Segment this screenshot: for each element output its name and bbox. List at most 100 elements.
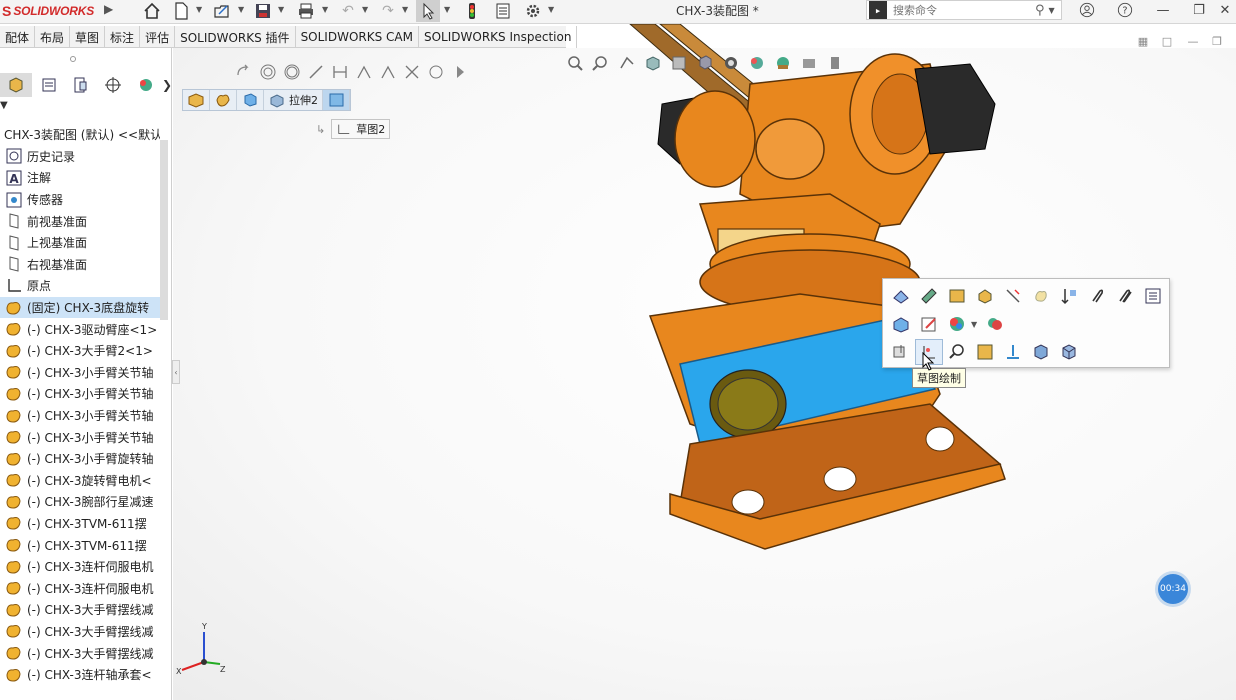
tree-item-part[interactable]: (-) CHX-3连杆轴承套< [0,664,160,686]
change-solve-icon[interactable] [1055,283,1083,309]
tree-item-part[interactable]: (-) CHX-3大手臂摆线减 [0,642,160,664]
tab-sketch[interactable]: 草图 [70,26,106,48]
tree-item-part[interactable]: (-) CHX-3小手臂关节轴 [0,405,160,427]
tree-item-part[interactable]: (-) CHX-3大手臂2<1> [0,340,160,362]
tab-addins[interactable]: SOLIDWORKS 插件 [175,26,296,48]
transparency-icon[interactable] [1027,283,1055,309]
new-dropdown-icon[interactable]: ▼ [196,5,202,14]
view-minimize-icon[interactable]: — [1184,32,1202,50]
print-icon[interactable] [294,0,318,22]
display-manager-tab-icon[interactable] [130,73,162,97]
appearance-dropdown-icon[interactable]: ▼ [971,320,977,329]
tree-item-part[interactable]: (-) CHX-3旋转臂电机< [0,470,160,492]
previous-view-icon[interactable] [614,52,640,74]
zoom-to-fit-icon[interactable] [562,52,588,74]
coincident-mate-icon[interactable] [400,62,424,82]
hide-component-icon[interactable] [915,283,943,309]
edit-sketch-icon[interactable] [915,311,943,337]
crumb-part[interactable] [210,90,237,110]
tree-item-annotations[interactable]: A 注解 [0,167,160,189]
menu-expand-icon[interactable]: ▶ [104,2,113,16]
view-front-icon[interactable] [1027,339,1055,365]
tree-item-origin[interactable]: 原点 [0,275,160,297]
reference-geometry-icon[interactable] [887,339,915,365]
angle-mate-icon[interactable] [352,62,376,82]
search-icon[interactable]: ⚲ [1035,3,1045,18]
tree-item-right-plane[interactable]: 右视基准面 [0,254,160,276]
tree-item-top-plane[interactable]: 上视基准面 [0,232,160,254]
save-icon[interactable] [252,0,274,22]
parallel-mate-icon[interactable] [304,62,328,82]
options-gear-icon[interactable] [522,0,544,22]
concentric-mate-icon[interactable] [256,62,280,82]
tab-cam[interactable]: SOLIDWORKS CAM [296,26,419,48]
options-dropdown-icon[interactable]: ▼ [548,5,554,14]
tree-item-part[interactable]: (-) CHX-3驱动臂座<1> [0,318,160,340]
tree-item-front-plane[interactable]: 前视基准面 [0,210,160,232]
more-arrow-icon[interactable] [448,62,472,82]
redo-icon[interactable]: ↷ [378,0,398,22]
tree-item-history[interactable]: 历史记录 [0,146,160,168]
print-dropdown-icon[interactable]: ▼ [322,5,328,14]
edit-appearance-icon[interactable] [770,52,796,74]
property-manager-tab-icon[interactable] [32,73,64,97]
tree-item-part[interactable]: (-) CHX-3小手臂关节轴 [0,426,160,448]
restore-window-icon[interactable]: ❐ [1186,0,1212,20]
crumb-body[interactable] [237,90,264,110]
help-icon[interactable]: ? [1112,0,1138,20]
view-orientation-icon[interactable] [692,52,718,74]
tree-item-part-fixed[interactable]: (固定) CHX-3底盘旋转 [0,296,160,319]
search-command-box[interactable]: ▸ ⚲ ▼ [866,0,1062,20]
open-part-icon[interactable] [943,283,971,309]
tab-markup[interactable]: 标注 [105,26,141,48]
home-icon[interactable] [140,0,164,22]
tab-layout[interactable]: 布局 [35,26,71,48]
tree-item-part[interactable]: (-) CHX-3小手臂关节轴 [0,383,160,405]
undo-dropdown-icon[interactable]: ▼ [362,5,368,14]
view-settings-icon[interactable] [822,52,848,74]
open-icon[interactable] [210,0,234,22]
close-icon[interactable]: ✕ [1212,0,1236,20]
panel-grip-icon[interactable] [70,56,76,62]
concentric-mate-2-icon[interactable] [280,62,304,82]
tree-item-part[interactable]: (-) CHX-3连杆伺服电机 [0,577,160,599]
save-dropdown-icon[interactable]: ▼ [278,5,284,14]
task-pane-icon[interactable]: ▦ [1134,32,1152,50]
crumb-face[interactable] [323,90,350,110]
file-properties-icon[interactable] [492,0,514,22]
apply-scene-icon[interactable] [796,52,822,74]
solidworks-logo[interactable]: S SOLIDWORKS [0,0,100,22]
crumb-sketch[interactable]: 草图2 [331,119,391,139]
normal-to-icon[interactable] [999,339,1027,365]
appearance-icon[interactable] [943,311,971,337]
tangent-mate-icon[interactable] [424,62,448,82]
display-style-icon[interactable] [718,52,744,74]
feature-tree-tab-icon[interactable] [0,73,33,97]
tree-scrollbar[interactable] [160,140,168,320]
isolate-icon[interactable] [971,283,999,309]
tree-item-part[interactable]: (-) CHX-3TVM-611摆 [0,513,160,535]
rebuild-traffic-light-icon[interactable] [462,0,482,22]
select-dropdown-icon[interactable]: ▼ [444,5,450,14]
new-document-icon[interactable] [170,0,192,22]
panel-collapse-handle[interactable]: ‹ [172,360,180,384]
tree-item-part[interactable]: (-) CHX-3小手臂关节轴 [0,362,160,384]
open-dropdown-icon[interactable]: ▼ [238,5,244,14]
tree-item-part[interactable]: (-) CHX-3大手臂摆线减 [0,599,160,621]
tab-evaluate[interactable]: 评估 [140,26,176,48]
dynamic-annotation-icon[interactable] [666,52,692,74]
search-dropdown-icon[interactable]: ▼ [1049,6,1055,15]
tree-item-part[interactable]: (-) CHX-3小手臂旋转轴 [0,448,160,470]
tree-item-part[interactable]: (-) CHX-3TVM-611摆 [0,534,160,556]
tree-item-assembly[interactable]: CHX-3装配图 (默认) <<默认 [0,124,160,146]
search-input[interactable] [893,3,1033,17]
more-tabs-icon[interactable]: ❯ [162,73,172,97]
minimize-icon[interactable]: — [1150,0,1176,20]
crumb-assembly[interactable] [183,90,210,110]
tab-assembly[interactable]: 配体 [0,26,36,48]
mate-2-icon[interactable] [1111,283,1139,309]
mate-icon[interactable] [1083,283,1111,309]
component-display-icon[interactable] [981,311,1009,337]
select-cursor-icon[interactable] [416,0,440,22]
filter-icon[interactable]: ▼ [0,100,8,111]
